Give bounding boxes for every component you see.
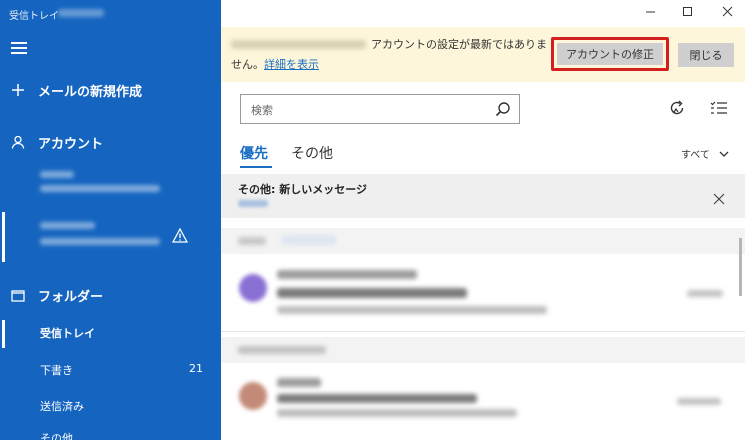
other-new-messages-notice[interactable]: その他: 新しいメッセージ: [221, 174, 745, 218]
minimize-button[interactable]: [640, 6, 660, 21]
folders-label: フォルダー: [38, 289, 104, 305]
banner-message-continued: せん。: [231, 58, 264, 71]
filter-label: すべて: [681, 150, 710, 161]
person-icon: [9, 135, 27, 149]
notice-sub-redacted: [238, 200, 268, 207]
accounts-label: アカウント: [38, 136, 104, 152]
fix-account-highlight: アカウントの修正: [551, 37, 669, 71]
search-box[interactable]: 検索: [240, 94, 520, 124]
maximize-button[interactable]: [677, 6, 697, 21]
email-redacted: [231, 40, 366, 49]
folder-more[interactable]: その他: [40, 430, 73, 440]
account-item-1[interactable]: [0, 168, 221, 200]
select-mode-icon[interactable]: [710, 100, 728, 120]
sidebar: 受信トレイ メールの新規作成 アカウント フォルダー 受信トレイ 下書き 21: [0, 0, 221, 440]
avatar: [239, 382, 267, 410]
notice-title: その他: 新しいメッセージ: [238, 183, 368, 196]
warning-icon: [171, 227, 189, 247]
main-pane: アカウントの設定が最新ではありま せん。詳細を表示 アカウントの修正 閉じる 検…: [221, 0, 745, 440]
tab-focused-underline: [240, 166, 272, 168]
plus-icon: [9, 83, 27, 97]
window-title: 受信トレイ: [9, 11, 59, 22]
message-item-2[interactable]: [221, 368, 745, 440]
avatar: [239, 274, 267, 302]
folder-inbox[interactable]: 受信トレイ: [40, 325, 95, 341]
fix-account-button[interactable]: アカウントの修正: [557, 43, 663, 65]
account-warning-banner: アカウントの設定が最新ではありま せん。詳細を表示 アカウントの修正 閉じる: [221, 27, 745, 82]
folder-icon: [9, 289, 27, 302]
new-mail-button[interactable]: メールの新規作成: [0, 80, 221, 100]
search-icon[interactable]: [495, 101, 511, 121]
message-item-1[interactable]: [221, 258, 745, 330]
new-mail-label: メールの新規作成: [38, 84, 143, 100]
inbox-selection-bar: [2, 320, 5, 348]
selection-bar: [2, 212, 5, 262]
window-close-button[interactable]: [717, 6, 737, 21]
details-link[interactable]: 詳細を表示: [264, 58, 319, 71]
search-placeholder: 検索: [251, 104, 273, 117]
folder-sent[interactable]: 送信済み: [40, 398, 84, 414]
tab-focused[interactable]: 優先: [240, 143, 268, 163]
dismiss-notice-icon[interactable]: [713, 190, 725, 209]
close-banner-button[interactable]: 閉じる: [678, 43, 734, 67]
folder-drafts[interactable]: 下書き: [40, 362, 73, 378]
tab-other[interactable]: その他: [291, 143, 333, 163]
drafts-count: 21: [189, 362, 203, 375]
folders-button[interactable]: フォルダー: [0, 285, 221, 305]
chevron-down-icon: [719, 151, 729, 157]
banner-message: アカウントの設定が最新ではありま: [371, 38, 547, 51]
account-name-redacted: [58, 9, 104, 17]
filter-dropdown[interactable]: すべて: [681, 146, 729, 161]
hamburger-menu-icon[interactable]: [11, 42, 27, 54]
accounts-button[interactable]: アカウント: [0, 132, 221, 152]
scrollbar[interactable]: [739, 238, 742, 296]
sync-icon[interactable]: [668, 99, 686, 121]
